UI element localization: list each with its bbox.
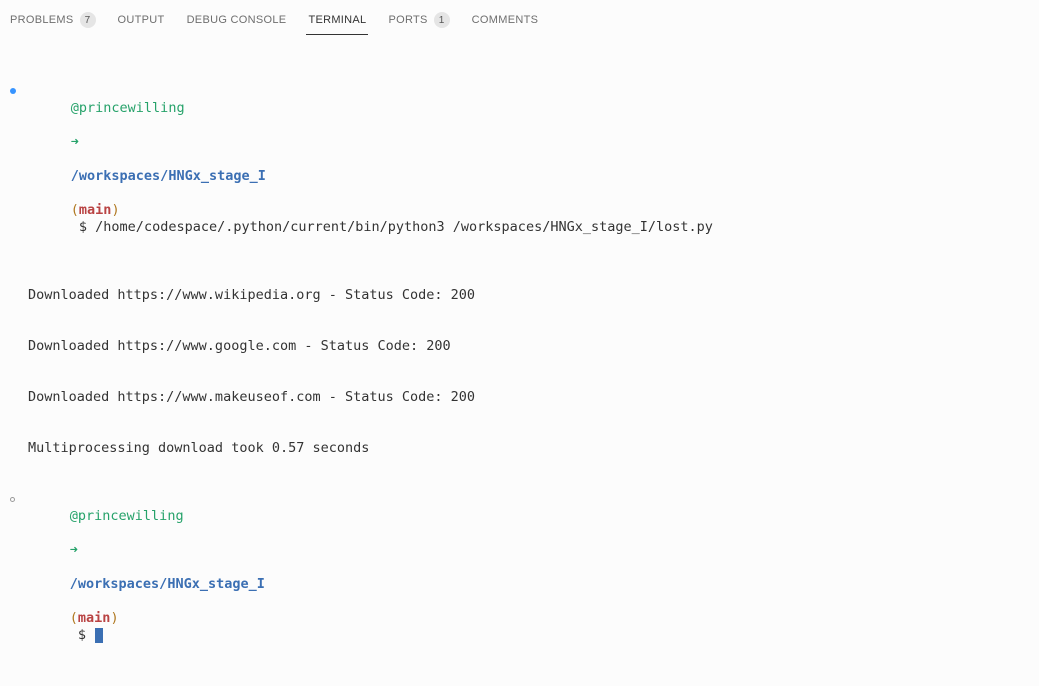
tab-label: TERMINAL xyxy=(308,14,366,26)
terminal-output: Downloaded https://www.wikipedia.org - S… xyxy=(8,287,1031,304)
panel-tab-bar: PROBLEMS 7 OUTPUT DEBUG CONSOLE TERMINAL… xyxy=(0,0,1039,37)
tab-debug-console[interactable]: DEBUG CONSOLE xyxy=(185,10,289,34)
tab-label: DEBUG CONSOLE xyxy=(187,14,287,26)
prompt-branch: main xyxy=(78,610,111,626)
tab-label: PORTS xyxy=(388,14,427,26)
tab-ports[interactable]: PORTS 1 xyxy=(386,8,451,36)
tab-problems[interactable]: PROBLEMS 7 xyxy=(8,8,98,36)
tab-terminal[interactable]: TERMINAL xyxy=(306,10,368,35)
prompt-user: @princewilling xyxy=(70,508,184,524)
ports-badge: 1 xyxy=(434,12,450,28)
tab-comments[interactable]: COMMENTS xyxy=(470,10,541,34)
terminal-output: Multiprocessing download took 0.57 secon… xyxy=(8,440,1031,457)
prompt-dollar: $ xyxy=(70,627,94,643)
tab-output[interactable]: OUTPUT xyxy=(116,10,167,34)
prompt-dollar: $ xyxy=(71,219,95,235)
tab-label: COMMENTS xyxy=(472,14,539,26)
prompt-dot-icon xyxy=(10,88,16,94)
prompt-paren: ) xyxy=(110,610,118,626)
tab-label: OUTPUT xyxy=(118,14,165,26)
prompt-paren: ( xyxy=(70,610,78,626)
prompt-path: /workspaces/HNGx_stage_I xyxy=(71,168,266,184)
terminal-panel[interactable]: @princewilling ➜ /workspaces/HNGx_stage_… xyxy=(0,37,1039,686)
tab-label: PROBLEMS xyxy=(10,14,74,26)
prompt-paren: ) xyxy=(111,202,119,218)
terminal-output: Downloaded https://www.google.com - Stat… xyxy=(8,338,1031,355)
prompt-user: @princewilling xyxy=(71,100,185,116)
terminal-line: @princewilling ➜ /workspaces/HNGx_stage_… xyxy=(8,491,1031,661)
terminal-output: Downloaded https://www.makeuseof.com - S… xyxy=(8,389,1031,406)
prompt-path: /workspaces/HNGx_stage_I xyxy=(70,576,265,592)
arrow-icon: ➜ xyxy=(70,542,78,558)
prompt-branch: main xyxy=(79,202,112,218)
terminal-line: @princewilling ➜ /workspaces/HNGx_stage_… xyxy=(8,83,1031,253)
arrow-icon: ➜ xyxy=(71,134,79,150)
prompt-dot-icon xyxy=(10,497,15,502)
prompt-paren: ( xyxy=(71,202,79,218)
problems-badge: 7 xyxy=(80,12,96,28)
command-text: /home/codespace/.python/current/bin/pyth… xyxy=(95,219,713,235)
terminal-cursor xyxy=(95,628,103,643)
